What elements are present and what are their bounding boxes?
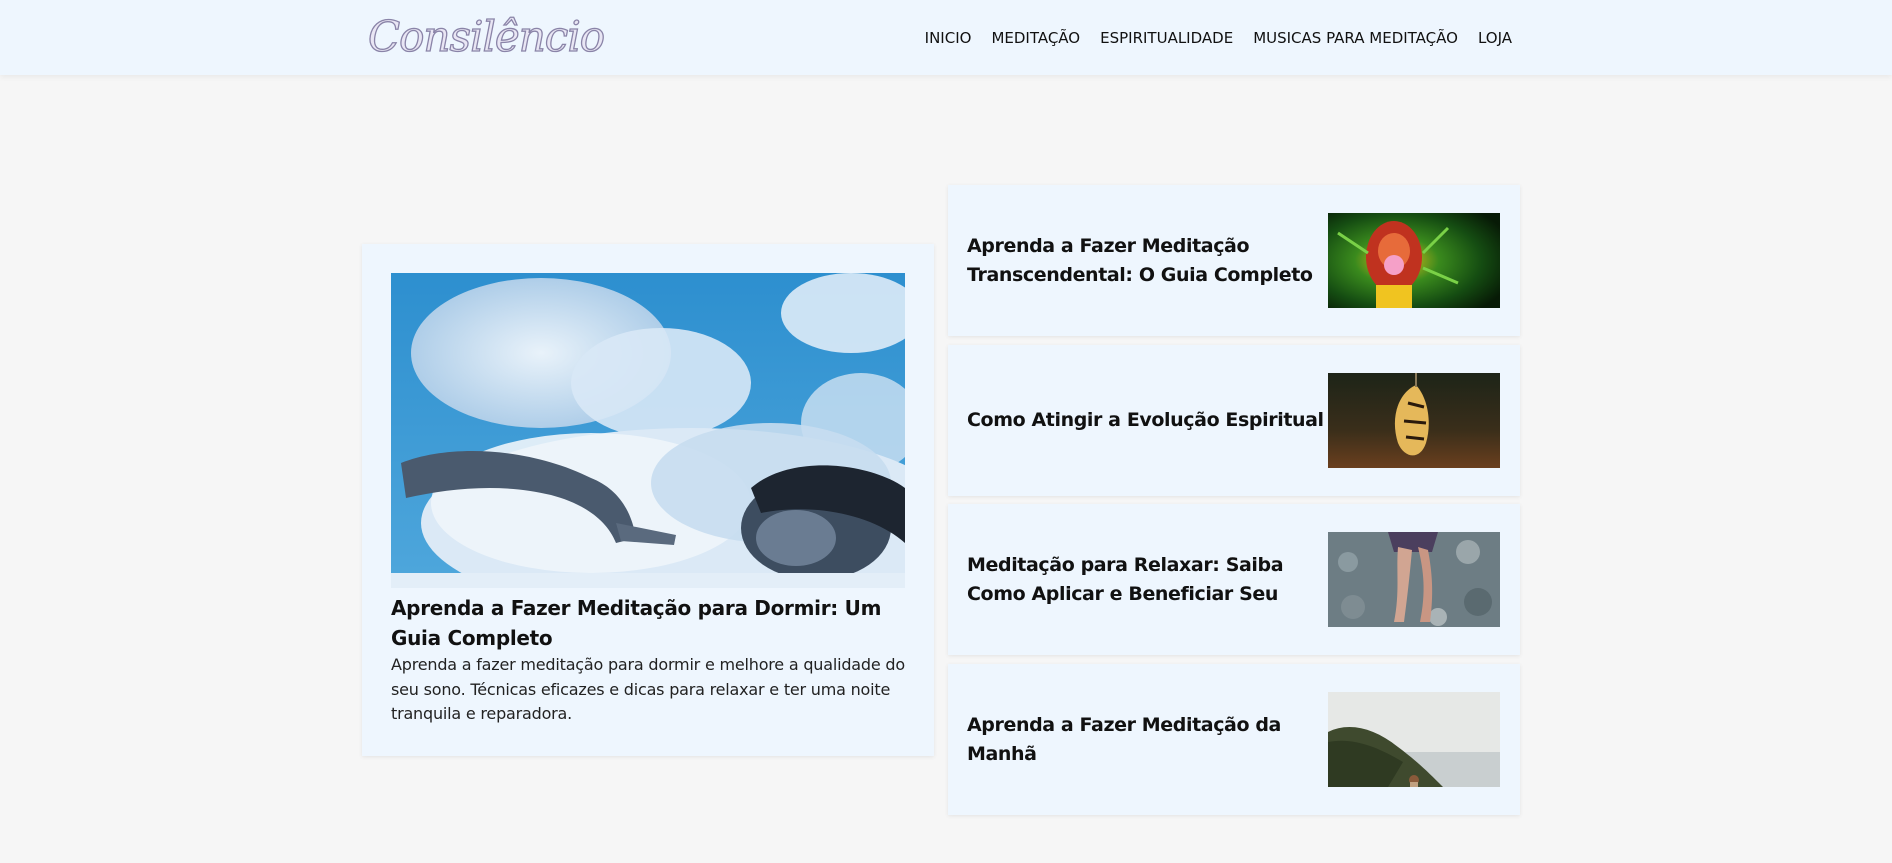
side-post-card: Meditação para Relaxar: Saiba Como Aplic… — [948, 504, 1520, 655]
site-logo[interactable]: Consilêncio — [367, 6, 605, 68]
sleeping-clouds-image — [391, 273, 905, 588]
psychedelic-figure-image — [1328, 213, 1500, 308]
side-post-thumbnail[interactable] — [1328, 373, 1500, 468]
nav-item-inicio[interactable]: INICIO — [925, 29, 972, 47]
side-post-thumbnail[interactable] — [1328, 532, 1500, 627]
butterfly-image — [1328, 373, 1500, 468]
side-post-card: Aprenda a Fazer Meditação Transcendental… — [948, 185, 1520, 336]
side-post-card: Aprenda a Fazer Meditação da Manhã — [948, 664, 1520, 815]
side-post-title[interactable]: Aprenda a Fazer Meditação Transcendental… — [967, 185, 1327, 336]
side-post-thumbnail[interactable] — [1328, 213, 1500, 308]
side-post-title[interactable]: Aprenda a Fazer Meditação da Manhã — [967, 664, 1327, 815]
featured-post-excerpt: Aprenda a fazer meditação para dormir e … — [391, 655, 905, 723]
side-post-card: Como Atingir a Evolução Espiritual — [948, 345, 1520, 496]
nav-item-meditacao[interactable]: MEDITAÇÃO — [991, 29, 1080, 47]
pebbles-image — [1328, 532, 1500, 627]
site-header: Consilêncio INICIO MEDITAÇÃO ESPIRITUALI… — [0, 0, 1892, 75]
coastal-cliff-image — [1328, 692, 1500, 787]
side-post-title[interactable]: Meditação para Relaxar: Saiba Como Aplic… — [967, 504, 1327, 655]
side-post-title[interactable]: Como Atingir a Evolução Espiritual — [967, 345, 1327, 496]
nav-item-musicas[interactable]: MUSICAS PARA MEDITAÇÃO — [1253, 29, 1458, 47]
main-nav: INICIO MEDITAÇÃO ESPIRITUALIDADE MUSICAS… — [925, 0, 1512, 75]
nav-item-espiritualidade[interactable]: ESPIRITUALIDADE — [1100, 29, 1233, 47]
nav-item-loja[interactable]: LOJA — [1478, 29, 1512, 47]
featured-post-image[interactable] — [391, 273, 905, 588]
side-post-thumbnail[interactable] — [1328, 692, 1500, 787]
featured-post-card: Aprenda a Fazer Meditação para Dormir: U… — [362, 244, 934, 756]
logo-text: Consilêncio — [367, 11, 605, 61]
featured-post-title[interactable]: Aprenda a Fazer Meditação para Dormir: U… — [391, 593, 905, 653]
